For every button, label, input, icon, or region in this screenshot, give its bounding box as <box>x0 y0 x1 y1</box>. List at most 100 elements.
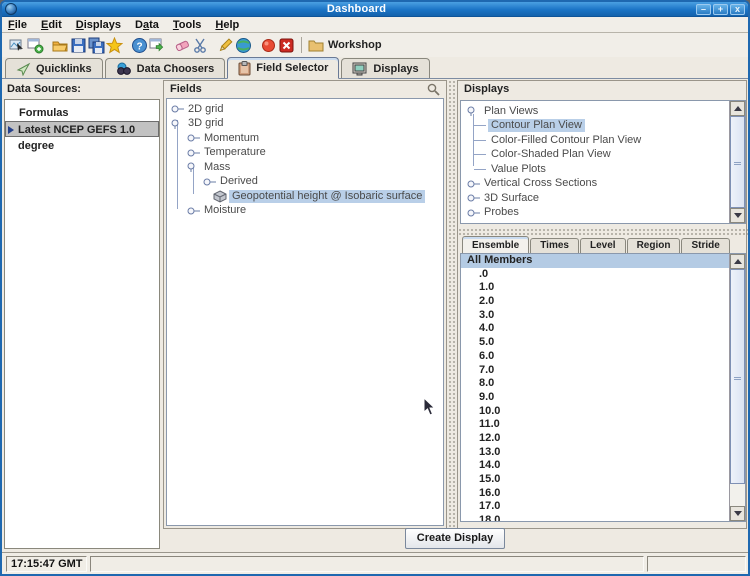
ensemble-member-row[interactable]: 11.0 <box>461 418 729 432</box>
menu-displays[interactable]: Displays <box>76 19 121 31</box>
create-display-button[interactable]: Create Display <box>405 528 505 549</box>
tree-node-derived[interactable]: Derived <box>167 175 443 190</box>
close-button[interactable]: x <box>730 4 745 15</box>
ensemble-member-row[interactable]: 18.0 <box>461 514 729 522</box>
tree-node-3d-grid[interactable]: 3D grid <box>167 117 443 132</box>
tree-node-contour-plan-view[interactable]: Contour Plan View <box>461 119 745 134</box>
displays-tree-scrollbar[interactable] <box>729 101 745 223</box>
tree-node-momentum[interactable]: Momentum <box>167 131 443 146</box>
horizontal-splitter[interactable] <box>458 228 748 236</box>
binoculars-icon <box>116 62 132 76</box>
favorite-star-icon[interactable] <box>105 36 123 54</box>
ensemble-member-row[interactable]: 14.0 <box>461 459 729 473</box>
ensemble-member-row[interactable]: 13.0 <box>461 446 729 460</box>
record-icon[interactable] <box>259 36 277 54</box>
ensemble-member-row[interactable]: All Members <box>461 254 729 268</box>
scrollbar-up-button[interactable] <box>730 254 745 269</box>
scrollbar-thumb[interactable] <box>730 116 745 208</box>
tree-node-geopotential-height[interactable]: Geopotential height @ Isobaric surface <box>167 189 443 204</box>
minimize-button[interactable]: – <box>696 4 711 15</box>
collapsed-handle-icon[interactable] <box>187 148 201 158</box>
ensemble-member-row[interactable]: 8.0 <box>461 377 729 391</box>
collapsed-handle-icon[interactable] <box>203 177 217 187</box>
globe-icon[interactable] <box>234 36 252 54</box>
tree-node-2d-grid[interactable]: 2D grid <box>167 102 443 117</box>
tree-node-moisture[interactable]: Moisture <box>167 204 443 219</box>
search-icon[interactable] <box>427 83 440 96</box>
ensemble-member-row[interactable]: 16.0 <box>461 487 729 501</box>
new-window-icon[interactable] <box>26 36 44 54</box>
data-source-formulas[interactable]: Formulas <box>5 105 159 121</box>
collapsed-handle-icon[interactable] <box>187 133 201 143</box>
open-folder-icon[interactable] <box>51 36 69 54</box>
ensemble-member-row[interactable]: 5.0 <box>461 336 729 350</box>
tree-branch-line <box>474 125 486 126</box>
tree-node-3d-surface[interactable]: 3D Surface <box>461 191 745 206</box>
menu-file[interactable]: File <box>8 19 27 31</box>
tree-node-vertical-cross-sections[interactable]: Vertical Cross Sections <box>461 177 745 192</box>
menu-help[interactable]: Help <box>215 19 239 31</box>
scrollbar-down-button[interactable] <box>730 506 745 521</box>
tab-displays[interactable]: Displays <box>341 58 429 78</box>
tree-node-value-plots[interactable]: Value Plots <box>461 162 745 177</box>
fields-tree: 2D grid 3D grid Momentum Temperature Mas… <box>166 98 444 526</box>
expanded-handle-icon[interactable] <box>467 106 481 116</box>
ensemble-member-row[interactable]: 3.0 <box>461 309 729 323</box>
scrollbar-thumb[interactable] <box>730 269 745 484</box>
ensemble-member-row[interactable]: 1.0 <box>461 281 729 295</box>
edit-pencil-icon[interactable] <box>216 36 234 54</box>
eraser-icon[interactable] <box>173 36 191 54</box>
title-bar[interactable]: Dashboard – + x <box>2 2 748 17</box>
ensemble-member-row[interactable]: .0 <box>461 268 729 282</box>
tab-data-choosers[interactable]: Data Choosers <box>105 58 226 78</box>
new-display-icon[interactable] <box>8 36 26 54</box>
collapsed-handle-icon[interactable] <box>467 193 481 203</box>
data-source-selected[interactable]: Latest NCEP GEFS 1.0 degree <box>5 121 159 137</box>
tab-level[interactable]: Level <box>580 238 626 253</box>
scrollbar-down-button[interactable] <box>730 208 745 223</box>
tree-node-plan-views[interactable]: Plan Views <box>461 104 745 119</box>
collapsed-handle-icon[interactable] <box>467 179 481 189</box>
tree-node-mass[interactable]: Mass <box>167 160 443 175</box>
tab-region[interactable]: Region <box>627 238 681 253</box>
data-chooser-icon[interactable] <box>148 36 166 54</box>
workshop-button[interactable]: Workshop <box>308 38 382 52</box>
ensemble-member-row[interactable]: 6.0 <box>461 350 729 364</box>
menu-tools[interactable]: Tools <box>173 19 202 31</box>
expanded-handle-icon[interactable] <box>171 119 185 129</box>
ensemble-member-row[interactable]: 2.0 <box>461 295 729 309</box>
tab-quicklinks[interactable]: Quicklinks <box>5 58 103 78</box>
close-red-icon[interactable] <box>277 36 295 54</box>
cut-icon[interactable] <box>191 36 209 54</box>
ensemble-list-scrollbar[interactable] <box>729 254 745 521</box>
menu-data[interactable]: Data <box>135 19 159 31</box>
save-as-icon[interactable] <box>87 36 105 54</box>
expanded-handle-icon[interactable] <box>187 162 201 172</box>
ensemble-member-row[interactable]: 10.0 <box>461 405 729 419</box>
tree-node-temperature[interactable]: Temperature <box>167 146 443 161</box>
tab-field-selector[interactable]: Field Selector <box>227 57 339 79</box>
tree-branch-line <box>474 169 486 170</box>
collapsed-handle-icon[interactable] <box>171 104 185 114</box>
tree-node-color-filled-contour[interactable]: Color-Filled Contour Plan View <box>461 133 745 148</box>
tab-stride[interactable]: Stride <box>681 238 729 253</box>
ensemble-member-row[interactable]: 12.0 <box>461 432 729 446</box>
ensemble-member-row[interactable]: 9.0 <box>461 391 729 405</box>
ensemble-member-row[interactable]: 15.0 <box>461 473 729 487</box>
help-icon[interactable]: ? <box>130 36 148 54</box>
ensemble-member-row[interactable]: 7.0 <box>461 364 729 378</box>
vertical-splitter[interactable] <box>448 80 457 529</box>
menu-edit[interactable]: Edit <box>41 19 62 31</box>
ensemble-member-row[interactable]: 4.0 <box>461 322 729 336</box>
paper-dart-icon <box>16 62 31 76</box>
ensemble-member-row[interactable]: 17.0 <box>461 500 729 514</box>
maximize-button[interactable]: + <box>713 4 728 15</box>
save-icon[interactable] <box>69 36 87 54</box>
collapsed-handle-icon[interactable] <box>187 206 201 216</box>
tree-node-color-shaded[interactable]: Color-Shaded Plan View <box>461 148 745 163</box>
collapsed-handle-icon[interactable] <box>467 208 481 218</box>
scrollbar-up-button[interactable] <box>730 101 745 116</box>
tree-node-probes[interactable]: Probes <box>461 206 745 221</box>
tab-times[interactable]: Times <box>530 238 579 253</box>
tab-ensemble[interactable]: Ensemble <box>462 236 529 253</box>
